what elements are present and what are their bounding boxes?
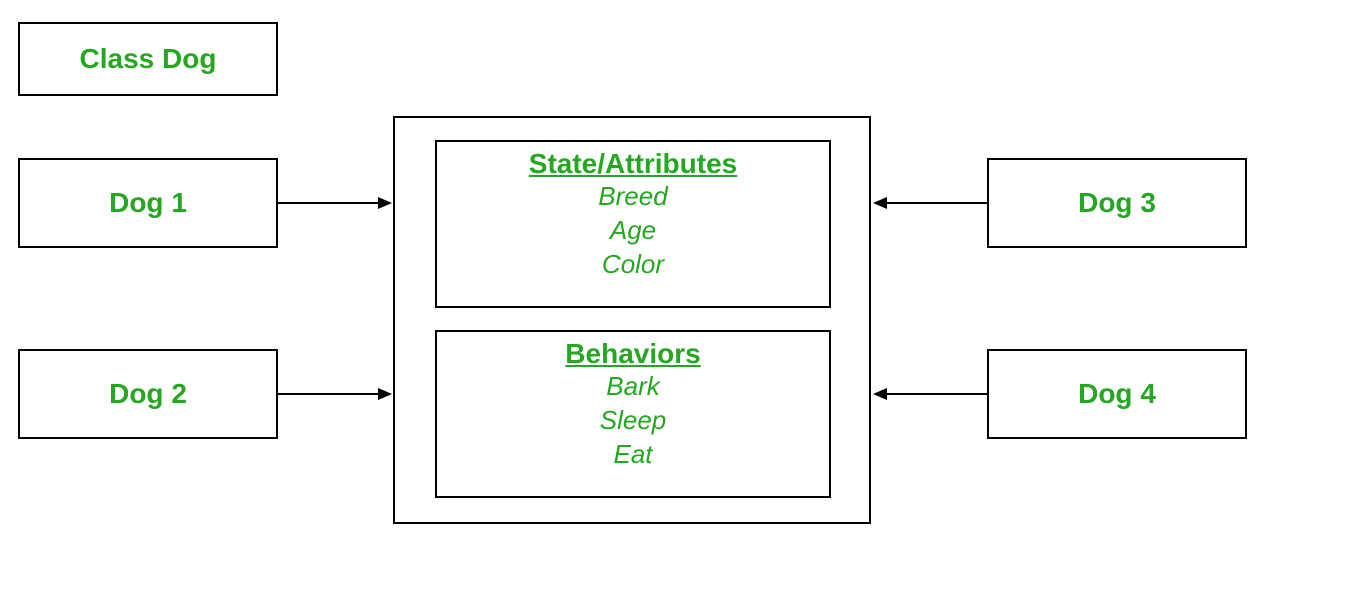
arrow-dog3-to-center xyxy=(872,195,987,211)
attributes-box: State/Attributes Breed Age Color xyxy=(435,140,831,308)
class-dog-label: Class Dog xyxy=(80,43,217,75)
dog2-box: Dog 2 xyxy=(18,349,278,439)
behaviors-box: Behaviors Bark Sleep Eat xyxy=(435,330,831,498)
dog3-box: Dog 3 xyxy=(987,158,1247,248)
attribute-item: Age xyxy=(437,214,829,248)
dog3-label: Dog 3 xyxy=(1078,187,1156,219)
arrow-dog4-to-center xyxy=(872,386,987,402)
attributes-title: State/Attributes xyxy=(437,148,829,180)
dog2-label: Dog 2 xyxy=(109,378,187,410)
dog4-box: Dog 4 xyxy=(987,349,1247,439)
dog4-label: Dog 4 xyxy=(1078,378,1156,410)
attribute-item: Color xyxy=(437,248,829,282)
behaviors-title: Behaviors xyxy=(437,338,829,370)
arrow-dog2-to-center xyxy=(278,386,393,402)
behavior-item: Eat xyxy=(437,438,829,472)
class-definition-container: State/Attributes Breed Age Color Behavio… xyxy=(393,116,871,524)
arrow-dog1-to-center xyxy=(278,195,393,211)
dog1-box: Dog 1 xyxy=(18,158,278,248)
class-dog-box: Class Dog xyxy=(18,22,278,96)
behavior-item: Sleep xyxy=(437,404,829,438)
dog1-label: Dog 1 xyxy=(109,187,187,219)
attribute-item: Breed xyxy=(437,180,829,214)
behavior-item: Bark xyxy=(437,370,829,404)
